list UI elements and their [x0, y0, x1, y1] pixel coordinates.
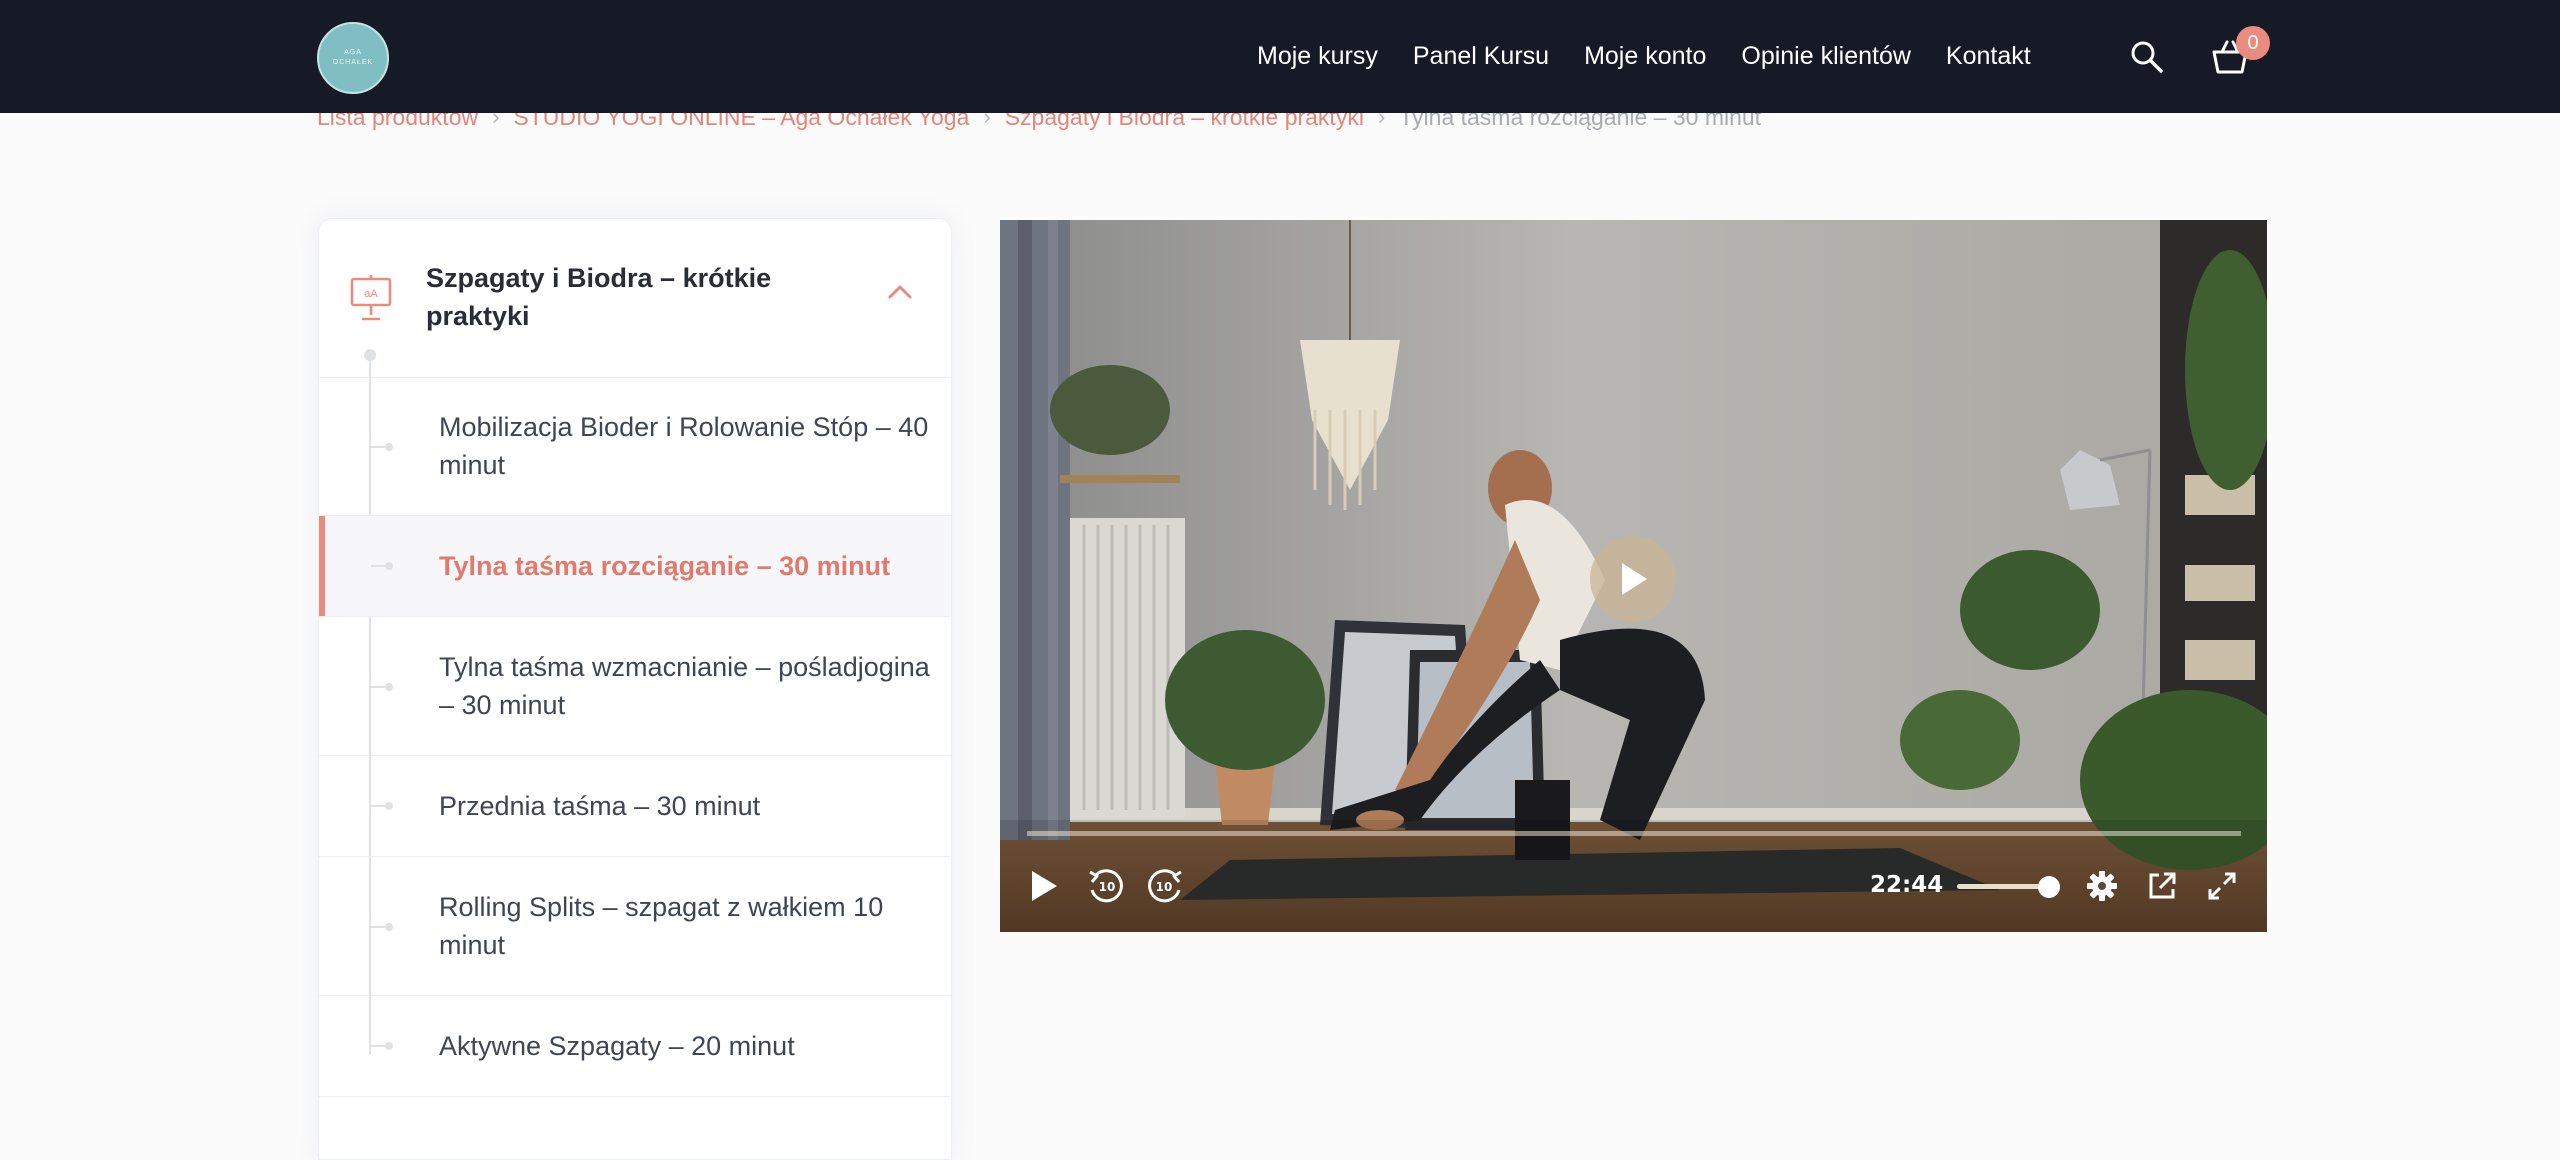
- top-navigation-bar: AGA OCHAŁEK Moje kursy Panel Kursu Moje …: [0, 0, 2560, 113]
- lesson-dot: [385, 562, 393, 570]
- fullscreen-icon[interactable]: [2206, 870, 2238, 902]
- lesson-item[interactable]: Przednia taśma – 30 minut: [319, 756, 951, 857]
- rewind-seconds-label: 10: [1099, 880, 1116, 894]
- lesson-dot: [385, 443, 393, 451]
- tree-branch: [371, 686, 385, 688]
- lesson-label: Przednia taśma – 30 minut: [439, 791, 761, 821]
- nav-moje-konto[interactable]: Moje konto: [1584, 42, 1706, 71]
- lesson-label: Tylna taśma wzmacnianie – pośladjogina –…: [439, 652, 930, 720]
- forward-10-icon[interactable]: 10: [1145, 866, 1185, 906]
- cart-count-badge: 0: [2236, 26, 2270, 60]
- tree-branch: [371, 1045, 385, 1047]
- course-section-header[interactable]: aA Szpagaty i Biodra – krótkie praktyki: [319, 219, 951, 378]
- main-nav: Moje kursy Panel Kursu Moje konto Opinie…: [1257, 0, 2066, 113]
- lesson-dot: [385, 683, 393, 691]
- lesson-label: Aktywne Szpagaty – 20 minut: [439, 1031, 795, 1061]
- forward-seconds-label: 10: [1156, 880, 1173, 894]
- presentation-icon: aA: [350, 275, 392, 321]
- chevron-up-icon[interactable]: [887, 284, 913, 300]
- search-icon[interactable]: [2130, 40, 2164, 74]
- nav-kontakt[interactable]: Kontakt: [1946, 42, 2031, 71]
- lesson-dot: [385, 923, 393, 931]
- lesson-dot: [385, 802, 393, 810]
- big-play-button[interactable]: [1590, 536, 1676, 622]
- tree-branch: [371, 565, 385, 567]
- play-icon[interactable]: [1028, 868, 1060, 904]
- lesson-label: Rolling Splits – szpagat z wałkiem 10 mi…: [439, 892, 884, 960]
- tree-branch: [371, 446, 385, 448]
- lesson-label: Tylna taśma rozciąganie – 30 minut: [439, 551, 891, 581]
- nav-panel-kursu[interactable]: Panel Kursu: [1413, 42, 1549, 71]
- volume-fill: [1957, 884, 2049, 889]
- lesson-item[interactable]: Rolling Splits – szpagat z wałkiem 10 mi…: [319, 857, 951, 996]
- svg-text:aA: aA: [364, 288, 378, 300]
- logo-text-bottom: OCHAŁEK: [332, 59, 374, 66]
- volume-knob[interactable]: [2038, 876, 2060, 898]
- nav-opinie-klientow[interactable]: Opinie klientów: [1741, 42, 1911, 71]
- course-sidebar: aA Szpagaty i Biodra – krótkie praktyki …: [318, 218, 952, 1160]
- lesson-label: Mobilizacja Bioder i Rolowanie Stóp – 40…: [439, 412, 929, 480]
- settings-icon[interactable]: [2086, 870, 2118, 902]
- tree-branch: [371, 926, 385, 928]
- lesson-item[interactable]: Tylna taśma wzmacnianie – pośladjogina –…: [319, 617, 951, 756]
- site-logo[interactable]: AGA OCHAŁEK: [317, 22, 389, 94]
- video-time: 22:44: [1870, 872, 1944, 898]
- tree-branch: [371, 805, 385, 807]
- tree-node: [364, 349, 376, 361]
- section-title: Szpagaty i Biodra – krótkie praktyki: [426, 263, 772, 331]
- lesson-item[interactable]: Mobilizacja Bioder i Rolowanie Stóp – 40…: [319, 377, 951, 516]
- active-indicator: [319, 516, 325, 616]
- volume-slider[interactable]: [1957, 876, 2060, 898]
- video-player[interactable]: 10 10 22:44: [1000, 220, 2267, 932]
- rewind-10-icon[interactable]: 10: [1086, 866, 1126, 906]
- logo-text-top: AGA: [344, 49, 362, 56]
- lesson-dot: [385, 1042, 393, 1050]
- play-icon: [1622, 563, 1647, 595]
- nav-moje-kursy[interactable]: Moje kursy: [1257, 42, 1378, 71]
- lesson-item[interactable]: Aktywne Szpagaty – 20 minut: [319, 996, 951, 1097]
- lesson-item-active[interactable]: Tylna taśma rozciąganie – 30 minut: [319, 516, 951, 617]
- popout-icon[interactable]: [2146, 870, 2178, 902]
- video-progress-bar[interactable]: [1027, 831, 2241, 836]
